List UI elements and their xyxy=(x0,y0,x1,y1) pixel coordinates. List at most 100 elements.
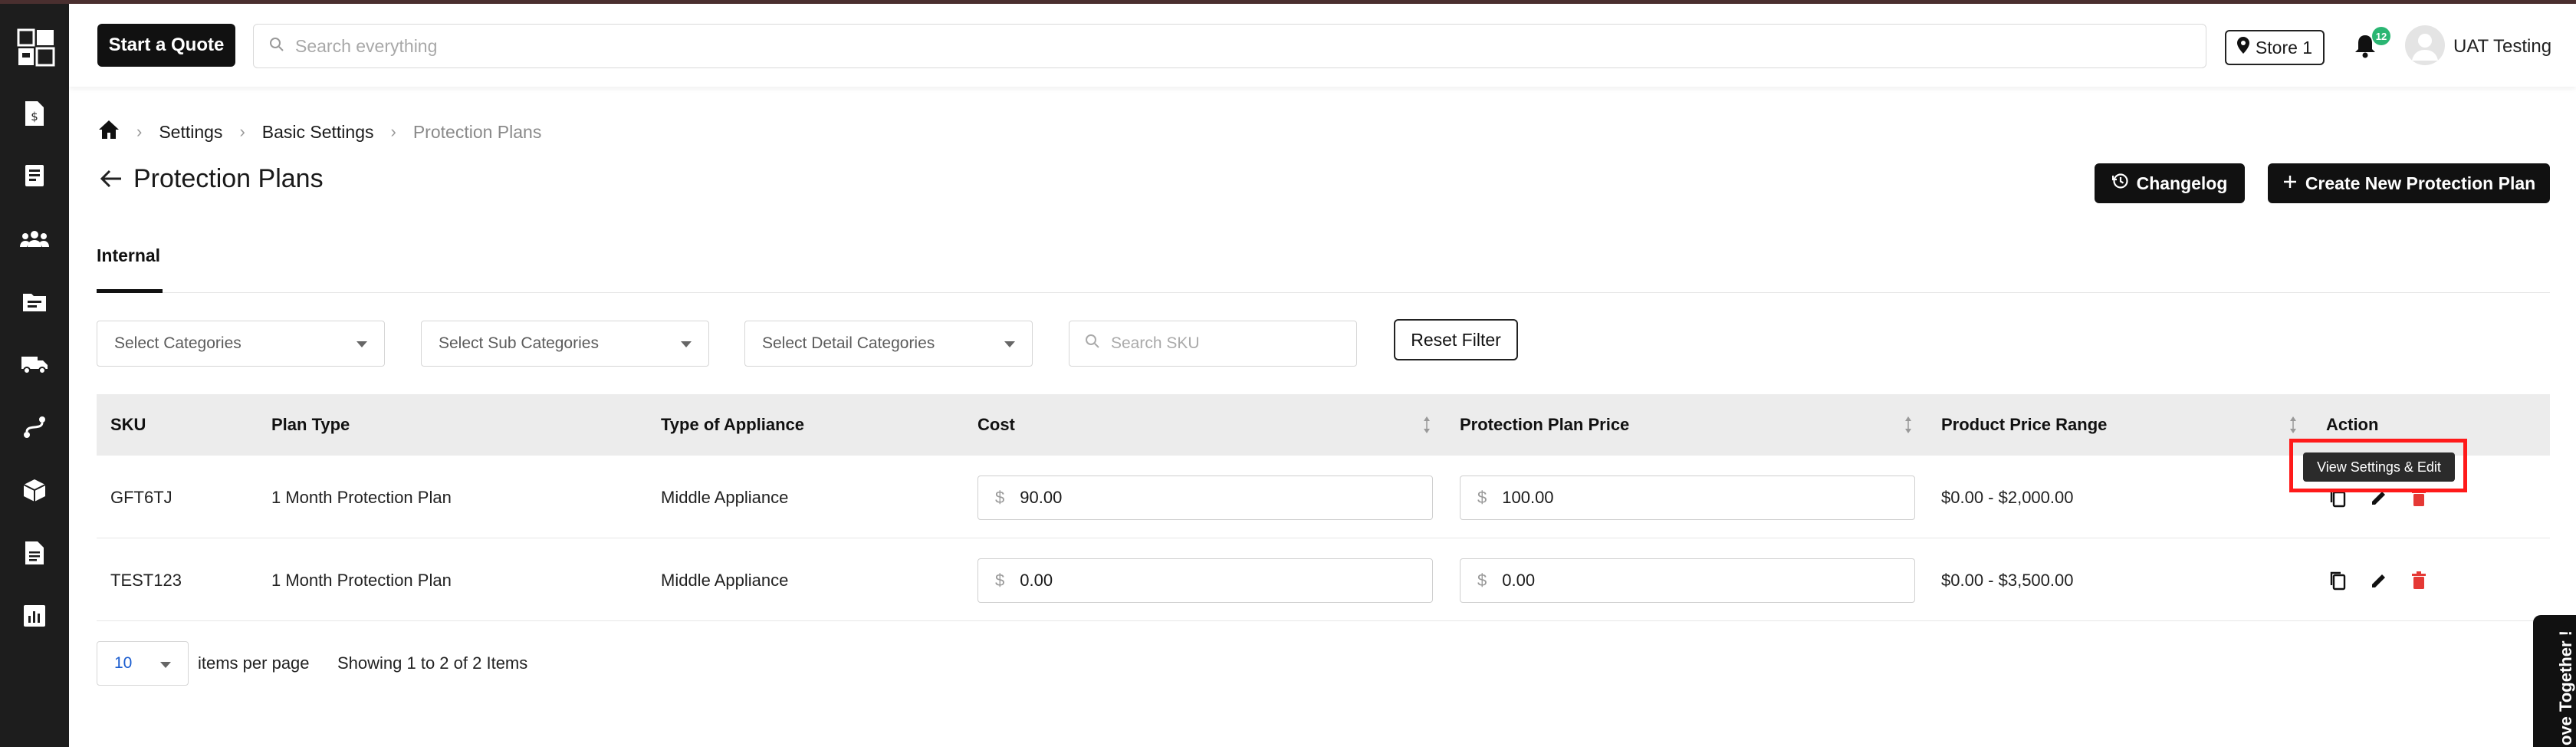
column-header-sku: SKU xyxy=(110,415,146,434)
caret-down-icon xyxy=(681,341,692,347)
sidebar-item-analytics[interactable] xyxy=(21,604,48,631)
sku-search-input[interactable]: Search SKU xyxy=(1069,321,1357,367)
currency-symbol: $ xyxy=(995,571,1005,590)
cost-value: 90.00 xyxy=(1020,488,1063,507)
user-name[interactable]: UAT Testing xyxy=(2453,36,2551,58)
changelog-label: Changelog xyxy=(2136,173,2228,193)
categories-select[interactable]: Select Categories xyxy=(97,321,385,367)
cost-input[interactable]: $ 90.00 xyxy=(978,476,1433,520)
home-icon[interactable] xyxy=(98,120,120,144)
plan-price-input[interactable]: $ 0.00 xyxy=(1460,558,1915,603)
view-settings-tooltip: View Settings & Edit xyxy=(2303,452,2455,482)
sidebar-item-documents[interactable] xyxy=(21,289,48,317)
receipt-icon xyxy=(23,163,46,192)
chevron-right-icon: › xyxy=(239,122,245,141)
plan-price-value: 0.00 xyxy=(1502,571,1536,590)
sidebar-item-products[interactable] xyxy=(21,478,48,505)
top-header: Start a Quote Search everything Store 1 … xyxy=(69,4,2576,87)
sort-icon[interactable] xyxy=(2288,414,2298,436)
bell-icon xyxy=(2354,35,2377,62)
cell-appliance: Middle Appliance xyxy=(661,488,789,507)
sidebar-item-delivery[interactable] xyxy=(21,352,48,380)
plan-price-value: 100.00 xyxy=(1502,488,1554,507)
cell-price-range: $0.00 - $3,500.00 xyxy=(1941,571,2074,590)
sub-categories-select-label: Select Sub Categories xyxy=(439,334,599,352)
pagination-info: Showing 1 to 2 of 2 Items xyxy=(337,653,528,673)
detail-categories-select[interactable]: Select Detail Categories xyxy=(744,321,1033,367)
start-quote-button[interactable]: Start a Quote xyxy=(97,24,235,67)
left-sidebar: $ xyxy=(0,4,69,747)
invoice-dollar-icon: $ xyxy=(23,100,46,130)
truck-icon xyxy=(21,354,48,378)
feedback-side-tab[interactable]: ove Together ! xyxy=(2533,615,2576,747)
box-icon xyxy=(22,478,47,506)
column-header-action: Action xyxy=(2326,415,2379,434)
cell-sku: TEST123 xyxy=(110,571,182,590)
history-icon xyxy=(2111,173,2129,194)
notification-count-badge: 12 xyxy=(2372,27,2390,45)
plan-price-input[interactable]: $ 100.00 xyxy=(1460,476,1915,520)
delete-icon[interactable] xyxy=(2407,569,2430,592)
sidebar-item-routes[interactable] xyxy=(21,415,48,443)
plus-icon xyxy=(2282,173,2298,194)
column-header-plan-type: Plan Type xyxy=(271,415,350,434)
cost-value: 0.00 xyxy=(1020,571,1053,590)
users-group-icon xyxy=(20,229,49,252)
location-pin-icon xyxy=(2236,37,2249,58)
changelog-button[interactable]: Changelog xyxy=(2095,163,2245,203)
detail-categories-select-label: Select Detail Categories xyxy=(762,334,935,352)
column-header-appliance: Type of Appliance xyxy=(661,415,805,434)
reset-filter-button[interactable]: Reset Filter xyxy=(1394,319,1518,360)
tab-bar: Internal xyxy=(97,242,2550,293)
search-placeholder: Search everything xyxy=(295,35,438,56)
cell-plan-type: 1 Month Protection Plan xyxy=(271,571,452,590)
create-label: Create New Protection Plan xyxy=(2305,173,2536,193)
tab-internal[interactable]: Internal xyxy=(97,242,163,293)
sidebar-item-customers[interactable] xyxy=(20,226,49,254)
bar-chart-icon xyxy=(23,604,46,631)
sort-icon[interactable] xyxy=(1421,414,1432,436)
cell-price-range: $0.00 - $2,000.00 xyxy=(1941,488,2074,507)
sku-search-placeholder: Search SKU xyxy=(1111,334,1200,352)
sub-categories-select[interactable]: Select Sub Categories xyxy=(421,321,709,367)
cost-input[interactable]: $ 0.00 xyxy=(978,558,1433,603)
sidebar-item-quotes[interactable]: $ xyxy=(21,100,48,130)
column-header-price-range[interactable]: Product Price Range xyxy=(1941,415,2107,435)
cell-plan-type: 1 Month Protection Plan xyxy=(271,488,452,507)
currency-symbol: $ xyxy=(1477,488,1487,507)
categories-select-label: Select Categories xyxy=(114,334,242,352)
store-label: Store 1 xyxy=(2255,37,2313,58)
caret-down-icon xyxy=(1004,341,1015,347)
user-avatar[interactable] xyxy=(2405,25,2445,65)
table-header: SKU Plan Type Type of Appliance Cost Pro… xyxy=(97,394,2550,456)
app-logo[interactable] xyxy=(17,28,55,67)
items-per-page-select[interactable]: 10 xyxy=(97,641,189,686)
search-icon xyxy=(269,37,284,56)
breadcrumb-settings[interactable]: Settings xyxy=(159,122,222,143)
back-arrow-icon[interactable] xyxy=(98,166,124,192)
column-header-plan-price[interactable]: Protection Plan Price xyxy=(1460,415,1629,435)
create-protection-plan-button[interactable]: Create New Protection Plan xyxy=(2268,163,2550,203)
svg-text:$: $ xyxy=(31,110,38,123)
items-per-page-label: items per page xyxy=(198,653,310,673)
sidebar-item-reports[interactable] xyxy=(21,541,48,568)
folder-icon xyxy=(22,291,47,316)
cell-sku: GFT6TJ xyxy=(110,488,172,507)
caret-down-icon xyxy=(160,662,171,668)
feedback-side-tab-label: ove Together ! xyxy=(2556,630,2575,745)
global-search-input[interactable]: Search everything xyxy=(253,24,2206,68)
breadcrumb-basic-settings[interactable]: Basic Settings xyxy=(262,122,374,143)
sidebar-item-orders[interactable] xyxy=(21,163,48,191)
edit-icon[interactable] xyxy=(2367,569,2390,592)
breadcrumb-protection-plans: Protection Plans xyxy=(412,121,542,142)
sort-icon[interactable] xyxy=(1903,414,1914,436)
page-title: Protection Plans xyxy=(133,164,324,193)
table-row: GFT6TJ 1 Month Protection Plan Middle Ap… xyxy=(97,456,2550,538)
copy-icon[interactable] xyxy=(2326,569,2349,592)
table-row: TEST123 1 Month Protection Plan Middle A… xyxy=(97,538,2550,621)
route-icon xyxy=(22,415,47,443)
column-header-cost[interactable]: Cost xyxy=(978,415,1015,435)
breadcrumb: › Settings › Basic Settings › Protection… xyxy=(98,120,541,144)
currency-symbol: $ xyxy=(1477,571,1487,590)
store-selector-button[interactable]: Store 1 xyxy=(2225,30,2325,65)
